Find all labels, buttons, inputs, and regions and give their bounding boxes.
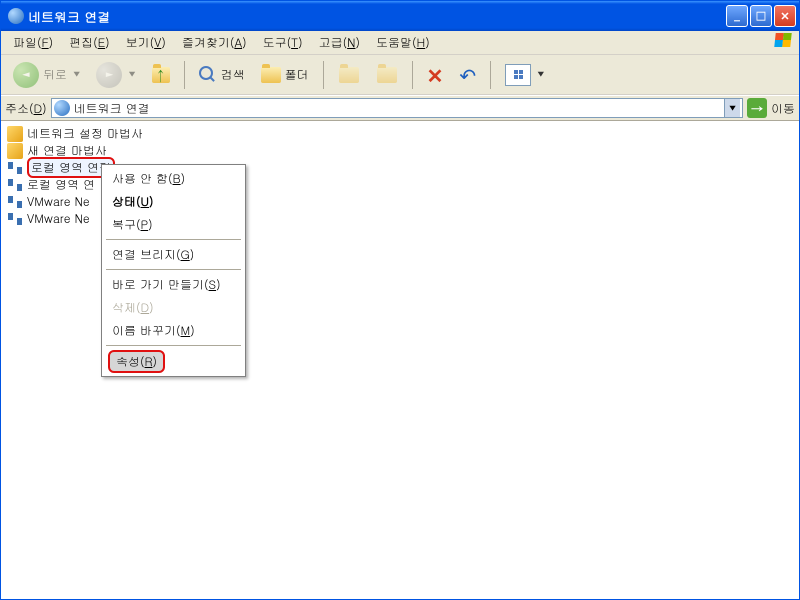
go-button[interactable]: → [747, 98, 767, 118]
search-button[interactable]: 검색 [193, 60, 251, 90]
undo-icon: ↶ [459, 60, 476, 89]
separator [106, 345, 241, 346]
close-button[interactable]: ✕ [774, 5, 796, 27]
back-button[interactable]: ◄ 뒤로 ▼ [7, 60, 86, 90]
list-item-label: VMware Ne [27, 193, 90, 210]
titlebar[interactable]: 네트워크 연결 _ □ ✕ [1, 1, 799, 31]
search-label: 검색 [221, 66, 245, 83]
up-folder-icon: ↑ [152, 66, 170, 84]
menu-favorites[interactable]: 즐겨찾기(A) [174, 32, 255, 53]
up-button[interactable]: ↑ [146, 60, 176, 90]
cm-shortcut[interactable]: 바로 가기 만들기(S) [104, 273, 243, 296]
cm-status[interactable]: 상태(U) [104, 190, 243, 213]
search-icon [199, 66, 217, 84]
separator [323, 61, 324, 89]
forward-arrow-icon: ► [96, 62, 122, 88]
move-to-icon [338, 64, 360, 86]
separator [106, 269, 241, 270]
back-label: 뒤로 [43, 66, 67, 83]
list-item[interactable]: 네트워크 설정 마법사 [5, 125, 795, 142]
menu-file[interactable]: 파일(F) [5, 32, 61, 53]
cm-rename[interactable]: 이름 바꾸기(M) [104, 319, 243, 342]
nic-icon [7, 160, 23, 176]
folders-button[interactable]: 폴더 [255, 60, 315, 90]
views-button[interactable]: ▼ [499, 60, 550, 90]
views-icon [505, 64, 531, 86]
window-title: 네트워크 연결 [28, 7, 726, 26]
menubar: 파일(F) 편집(E) 보기(V) 즐겨찾기(A) 도구(T) 고급(N) 도움… [1, 31, 799, 55]
separator [412, 61, 413, 89]
nic-icon [7, 211, 23, 227]
maximize-button[interactable]: □ [750, 5, 772, 27]
separator [106, 239, 241, 240]
address-input[interactable]: 네트워크 연결 ▼ [51, 98, 743, 118]
nic-icon [7, 194, 23, 210]
addressbar: 주소(D) 네트워크 연결 ▼ → 이동 [1, 95, 799, 121]
menu-help[interactable]: 도움말(H) [368, 32, 438, 53]
list-item-label: VMware Ne [27, 210, 90, 227]
menu-tools[interactable]: 도구(T) [255, 32, 311, 53]
cm-properties[interactable]: 속성(R) [108, 350, 165, 373]
separator [184, 61, 185, 89]
move-to-button[interactable] [332, 60, 366, 90]
chevron-down-icon: ▼ [73, 69, 80, 80]
minimize-button[interactable]: _ [726, 5, 748, 27]
delete-x-icon: ✕ [427, 60, 444, 89]
address-label: 주소(D) [5, 100, 47, 117]
cm-bridge[interactable]: 연결 브리지(G) [104, 243, 243, 266]
app-icon [8, 8, 24, 24]
separator [490, 61, 491, 89]
network-connections-window: 네트워크 연결 _ □ ✕ 파일(F) 편집(E) 보기(V) 즐겨찾기(A) … [0, 0, 800, 600]
address-dropdown-button[interactable]: ▼ [724, 99, 740, 117]
list-item-label: 네트워크 설정 마법사 [27, 125, 143, 142]
menu-edit[interactable]: 편집(E) [61, 32, 118, 53]
nic-icon [7, 177, 23, 193]
copy-to-button[interactable] [370, 60, 404, 90]
window-buttons: _ □ ✕ [726, 5, 796, 27]
folder-icon [261, 67, 281, 83]
address-value: 네트워크 연결 [74, 100, 720, 117]
menu-view[interactable]: 보기(V) [118, 32, 174, 53]
go-label: 이동 [771, 100, 795, 117]
chevron-down-icon: ▼ [128, 69, 135, 80]
back-arrow-icon: ◄ [13, 62, 39, 88]
content-pane[interactable]: 네트워크 설정 마법사 새 연결 마법사 로컬 영역 연결 로컬 영역 연 VM… [1, 121, 799, 599]
menu-advanced[interactable]: 고급(N) [311, 32, 368, 53]
copy-to-icon [376, 64, 398, 86]
cm-delete: 삭제(D) [104, 296, 243, 319]
cm-repair[interactable]: 복구(P) [104, 213, 243, 236]
list-item-label: 로컬 영역 연결 [31, 159, 111, 176]
folders-label: 폴더 [285, 66, 309, 83]
forward-button[interactable]: ► ▼ [90, 60, 141, 90]
windows-logo-icon [775, 33, 795, 51]
list-item[interactable]: 새 연결 마법사 [5, 142, 795, 159]
list-item-label: 로컬 영역 연 [27, 176, 95, 193]
wizard-icon [7, 143, 23, 159]
context-menu: 사용 안 함(B) 상태(U) 복구(P) 연결 브리지(G) 바로 가기 만들… [101, 164, 246, 377]
delete-button[interactable]: ✕ [421, 60, 450, 90]
cm-disable[interactable]: 사용 안 함(B) [104, 167, 243, 190]
toolbar: ◄ 뒤로 ▼ ► ▼ ↑ 검색 폴더 ✕ ↶ ▼ [1, 55, 799, 95]
chevron-down-icon: ▼ [537, 69, 544, 80]
address-icon [54, 100, 70, 116]
undo-button[interactable]: ↶ [453, 60, 482, 90]
wizard-icon [7, 126, 23, 142]
